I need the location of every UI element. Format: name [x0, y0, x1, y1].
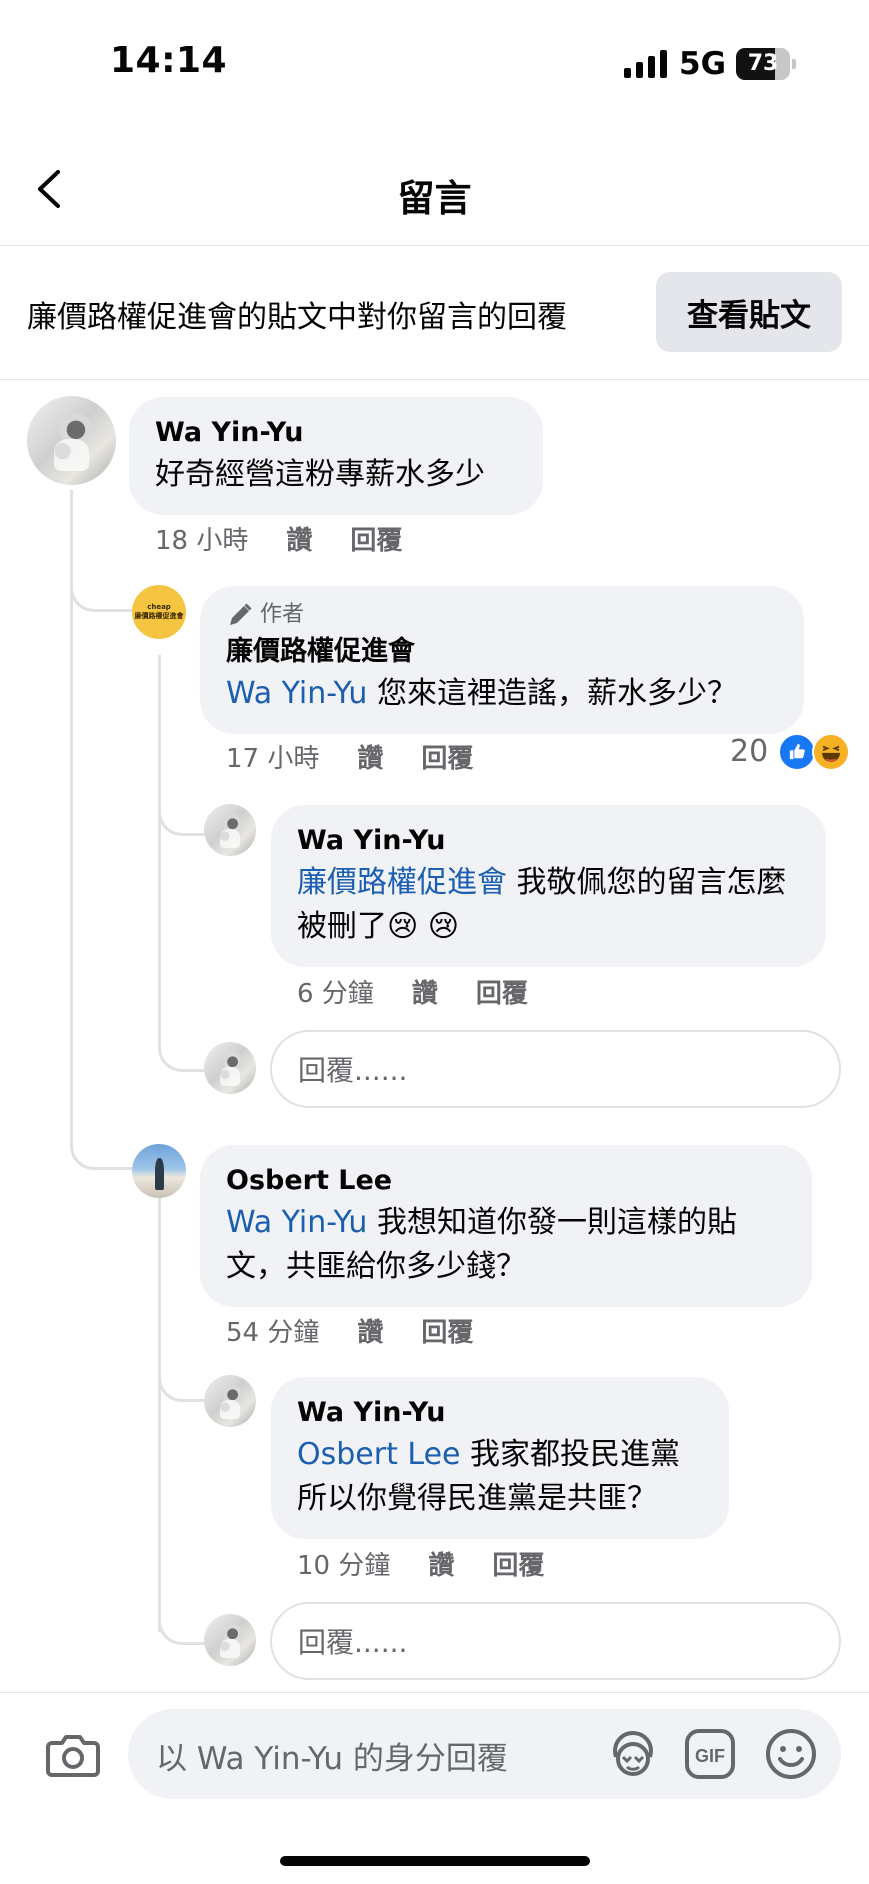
avatar-text: 廉價路權促進會 — [134, 612, 184, 620]
haha-reaction-icon[interactable] — [812, 733, 850, 771]
pencil-icon — [230, 603, 252, 625]
comment-text: Osbert Lee 我家都投民進黨 所以你覺得民進黨是共匪？ — [297, 1433, 703, 1521]
comment-bubble[interactable]: Wa Yin-Yu Osbert Lee 我家都投民進黨 所以你覺得民進黨是共匪… — [271, 1377, 729, 1539]
comment-bubble[interactable]: 作者 廉價路權促進會 Wa Yin-Yu 您來這裡造謠，薪水多少？ — [200, 586, 804, 734]
comment-text: 廉價路權促進會 我敬佩您的留言怎麼被刪了😢 😢 — [297, 861, 800, 949]
like-button[interactable]: 讚 — [357, 738, 383, 775]
comment-text: 好奇經營這粉專薪水多少 — [155, 457, 485, 492]
comment-time[interactable]: 6 分鐘 — [297, 973, 374, 1010]
comment-meta: 6 分鐘 讚 回覆 — [297, 973, 528, 1010]
thread-connector — [70, 490, 132, 612]
network-label: 5G — [679, 46, 727, 82]
comment-time[interactable]: 10 分鐘 — [297, 1545, 390, 1582]
thread-connector — [158, 1330, 206, 1402]
mention-link[interactable]: Wa Yin-Yu — [226, 676, 367, 711]
comment-author[interactable]: Wa Yin-Yu — [155, 413, 517, 453]
signal-icon — [624, 50, 667, 78]
status-bar: 14:14 5G 73 — [0, 0, 869, 120]
gif-icon[interactable]: GIF — [684, 1728, 736, 1780]
avatar — [204, 1042, 256, 1094]
comment-time[interactable]: 17 小時 — [226, 738, 319, 775]
composer-placeholder[interactable]: 以 Wa Yin-Yu 的身分回覆 — [156, 1733, 508, 1778]
battery-percent: 73 — [747, 51, 779, 76]
reaction-count[interactable]: 20 — [730, 734, 768, 769]
comment-bubble[interactable]: Wa Yin-Yu 好奇經營這粉專薪水多少 — [129, 397, 543, 515]
mention-link[interactable]: Wa Yin-Yu — [226, 1205, 367, 1240]
comment-bubble[interactable]: Osbert Lee Wa Yin-Yu 我想知道你發一則這樣的貼文，共匪給你多… — [200, 1145, 812, 1307]
mention-link[interactable]: Osbert Lee — [297, 1437, 460, 1472]
emoji-icon[interactable] — [764, 1727, 818, 1781]
thread-connector — [158, 1575, 206, 1645]
comment-text: Wa Yin-Yu 您來這裡造謠，薪水多少？ — [226, 672, 778, 716]
battery-icon: 73 — [736, 48, 796, 80]
page-title: 留言 — [397, 177, 472, 220]
reply-button[interactable]: 回覆 — [350, 520, 402, 557]
avatar — [204, 1614, 256, 1666]
mention-link[interactable]: 廉價路權促進會 — [297, 865, 507, 900]
context-text: 廉價路權促進會的貼文中對你留言的回覆 — [27, 300, 567, 335]
reply-input[interactable]: 回覆...... — [270, 1030, 841, 1108]
comment-author[interactable]: Osbert Lee — [226, 1161, 786, 1201]
avatar[interactable]: cheap 廉價路權促進會 — [132, 585, 186, 639]
comment-meta: 17 小時 讚 回覆 — [226, 738, 473, 775]
comment-bubble[interactable]: Wa Yin-Yu 廉價路權促進會 我敬佩您的留言怎麼被刪了😢 😢 — [271, 805, 826, 967]
avatar-text: cheap — [147, 603, 171, 611]
view-post-button[interactable]: 查看貼文 — [656, 272, 842, 352]
thread-line — [158, 655, 161, 1035]
comment-author[interactable]: Wa Yin-Yu — [297, 1393, 703, 1433]
like-button[interactable]: 讚 — [412, 973, 438, 1010]
comment-time[interactable]: 54 分鐘 — [226, 1312, 319, 1349]
like-reaction-icon[interactable] — [778, 733, 816, 771]
like-button[interactable]: 讚 — [357, 1312, 383, 1349]
avatar[interactable] — [204, 804, 256, 856]
thread-connector — [158, 770, 206, 836]
reply-button[interactable]: 回覆 — [476, 973, 528, 1010]
comment-composer[interactable]: 以 Wa Yin-Yu 的身分回覆 GIF — [128, 1709, 841, 1799]
thread-connector — [70, 880, 132, 1170]
reply-button[interactable]: 回覆 — [421, 738, 473, 775]
avatar[interactable] — [132, 1144, 186, 1198]
nav-header: 留言 — [0, 140, 869, 246]
comment-author[interactable]: 廉價路權促進會 — [226, 632, 778, 672]
author-badge-label: 作者 — [260, 602, 305, 627]
camera-icon[interactable] — [46, 1729, 100, 1779]
comment-author[interactable]: Wa Yin-Yu — [297, 821, 800, 861]
reply-input[interactable]: 回覆...... — [270, 1602, 841, 1680]
avatar-sticker-icon[interactable] — [606, 1727, 660, 1781]
reply-button[interactable]: 回覆 — [421, 1312, 473, 1349]
home-indicator[interactable] — [280, 1856, 590, 1866]
comment-time[interactable]: 18 小時 — [155, 520, 248, 557]
context-bar: 廉價路權促進會的貼文中對你留言的回覆 查看貼文 — [0, 246, 869, 380]
author-badge: 作者 — [226, 598, 778, 632]
like-button[interactable]: 讚 — [428, 1545, 454, 1582]
avatar[interactable] — [204, 1375, 256, 1427]
like-button[interactable]: 讚 — [286, 520, 312, 557]
status-time: 14:14 — [110, 40, 228, 81]
comment-meta: 18 小時 讚 回覆 — [155, 520, 402, 557]
thread-line — [158, 1152, 161, 1632]
svg-text:GIF: GIF — [695, 1746, 725, 1766]
comment-meta: 10 分鐘 讚 回覆 — [297, 1545, 544, 1582]
thread-connector — [158, 1000, 206, 1072]
comment-text: Wa Yin-Yu 我想知道你發一則這樣的貼文，共匪給你多少錢？ — [226, 1201, 786, 1289]
comment-meta: 54 分鐘 讚 回覆 — [226, 1312, 473, 1349]
comment-body: 您來這裡造謠，薪水多少？ — [367, 676, 737, 711]
reply-button[interactable]: 回覆 — [492, 1545, 544, 1582]
avatar[interactable] — [27, 396, 116, 485]
